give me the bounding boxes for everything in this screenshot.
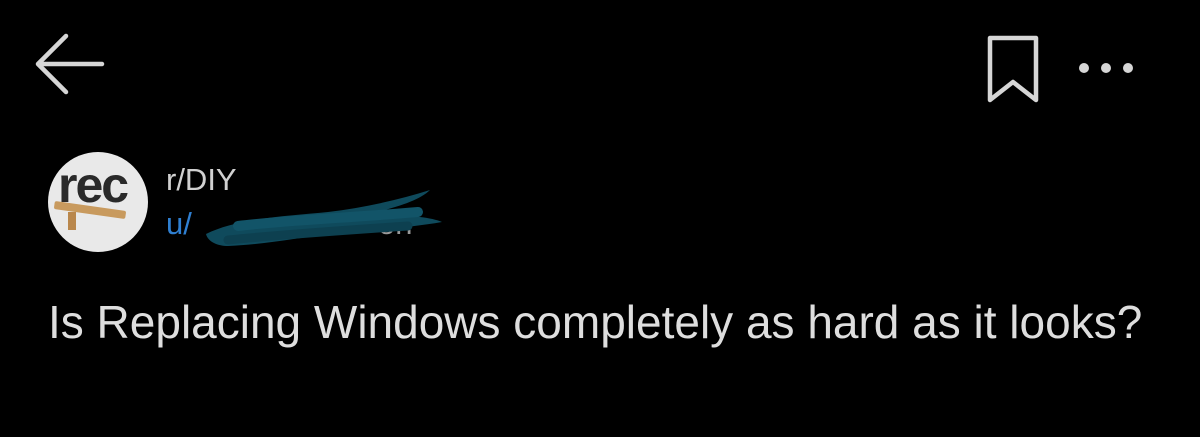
- arrow-left-icon: [35, 33, 105, 95]
- back-button[interactable]: [30, 28, 106, 100]
- post-header: rec r/DIY u/ on: [48, 152, 748, 252]
- subreddit-avatar[interactable]: rec: [48, 152, 148, 252]
- more-options-button[interactable]: [1070, 48, 1142, 88]
- bookmark-icon: [987, 35, 1039, 103]
- username[interactable]: u/: [166, 208, 192, 239]
- post-title[interactable]: Is Replacing Windows completely as hard …: [48, 294, 1158, 350]
- bookmark-button[interactable]: [982, 34, 1044, 106]
- more-horizontal-icon: [1079, 63, 1133, 73]
- redaction-scribble: [206, 190, 442, 246]
- top-bar: [0, 0, 1200, 130]
- avatar-plank-leg-graphic: [68, 212, 76, 230]
